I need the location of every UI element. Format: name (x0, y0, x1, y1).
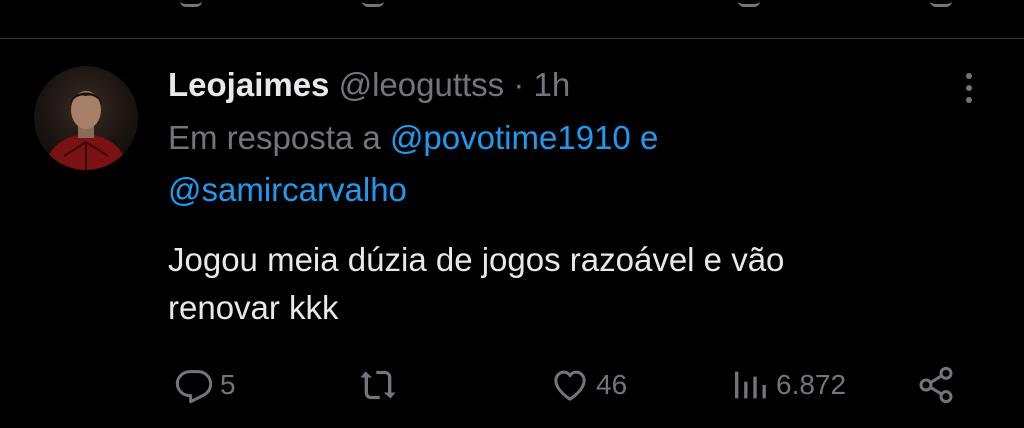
reply-mention-povotime[interactable]: @povotime1910 (390, 119, 631, 156)
previous-reply-icon[interactable] (180, 0, 202, 7)
previous-tweet-actions (0, 0, 1024, 10)
views-button[interactable]: 6.872 (730, 360, 846, 410)
view-count: 6.872 (776, 369, 847, 400)
previous-retweet-icon[interactable] (362, 0, 384, 7)
display-name[interactable]: Leojaimes (168, 66, 329, 103)
separator-dot: · (513, 66, 525, 103)
user-handle[interactable]: @leoguttss (339, 66, 505, 103)
retweet-button[interactable] (356, 360, 406, 410)
like-count: 46 (596, 369, 628, 400)
reply-button[interactable]: 5 (174, 360, 236, 410)
tweet-actions: 5 46 6.872 (0, 360, 1024, 410)
tweet-time[interactable]: 1h (534, 66, 571, 103)
tweet-text-line: Jogou meia dúzia de jogos razoável e vão (168, 241, 785, 278)
tweet-header: Leojaimes @leoguttss · 1h (168, 62, 968, 108)
heart-icon (554, 370, 586, 401)
reply-and[interactable]: e (640, 119, 658, 156)
reply-prefix: Em resposta a (168, 119, 381, 156)
reply-count: 5 (220, 369, 236, 400)
more-options-icon[interactable] (954, 66, 984, 110)
previous-share-icon[interactable] (930, 0, 952, 7)
share-button[interactable] (914, 360, 958, 410)
avatar[interactable] (34, 66, 138, 170)
tweet-text-line: renovar kkk (168, 289, 339, 326)
reply-icon (175, 370, 213, 404)
like-button[interactable]: 46 (550, 360, 627, 410)
views-icon (735, 371, 766, 399)
retweet-icon (360, 370, 396, 400)
tweet-content: Leojaimes @leoguttss · 1h Em resposta a … (168, 62, 968, 332)
tweet-divider (0, 38, 1024, 39)
reply-context: Em resposta a @povotime1910 e @samircarv… (168, 112, 968, 216)
previous-views-icon[interactable] (738, 0, 760, 7)
reply-mention-samircarvalho[interactable]: @samircarvalho (168, 171, 407, 208)
share-icon (919, 366, 953, 404)
tweet-text: Jogou meia dúzia de jogos razoável e vão… (168, 236, 968, 332)
